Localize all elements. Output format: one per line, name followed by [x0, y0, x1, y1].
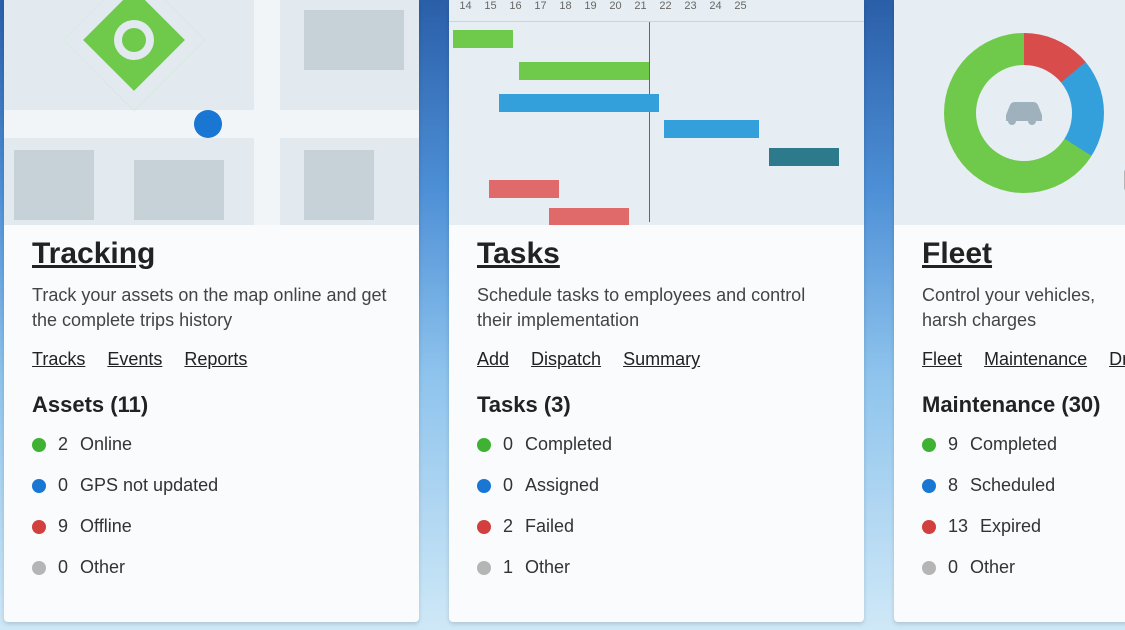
gantt-header: 14 15 16 17 18 19 20 21 22 23 24 25	[449, 0, 864, 22]
dispatch-link[interactable]: Dispatch	[531, 349, 601, 370]
status-dot-red-icon	[477, 520, 491, 534]
status-dot-blue-icon	[922, 479, 936, 493]
fleet-hero-donut: ◉	[894, 0, 1125, 225]
status-dot-red-icon	[922, 520, 936, 534]
reports-link[interactable]: Reports	[184, 349, 247, 370]
status-dot-blue-icon	[477, 479, 491, 493]
add-link[interactable]: Add	[477, 349, 509, 370]
tasks-description: Schedule tasks to employees and control …	[477, 283, 836, 333]
summary-link[interactable]: Summary	[623, 349, 700, 370]
status-dot-gray-icon	[477, 561, 491, 575]
asset-stat-offline: 9 Offline	[32, 516, 391, 537]
status-dot-green-icon	[32, 438, 46, 452]
maint-stat-completed: 9 Completed	[922, 434, 1125, 455]
fleet-donut-chart	[944, 33, 1104, 193]
events-link[interactable]: Events	[107, 349, 162, 370]
task-stat-failed: 2 Failed	[477, 516, 836, 537]
status-dot-green-icon	[922, 438, 936, 452]
tracking-card: Tracking Track your assets on the map on…	[4, 0, 419, 622]
tracking-description: Track your assets on the map online and …	[32, 283, 391, 333]
tasks-links: Add Dispatch Summary	[477, 349, 836, 370]
asset-stat-gps: 0 GPS not updated	[32, 475, 391, 496]
asset-stat-online: 2 Online	[32, 434, 391, 455]
task-stat-other: 1 Other	[477, 557, 836, 578]
tasks-hero-gantt: 14 15 16 17 18 19 20 21 22 23 24 25	[449, 0, 864, 225]
maint-stat-other: 0 Other	[922, 557, 1125, 578]
maint-stat-scheduled: 8 Scheduled	[922, 475, 1125, 496]
status-dot-blue-icon	[32, 479, 46, 493]
maintenance-link[interactable]: Maintenance	[984, 349, 1087, 370]
tracking-title[interactable]: Tracking	[32, 237, 391, 271]
fleet-link[interactable]: Fleet	[922, 349, 962, 370]
tasks-stat-list: 0 Completed 0 Assigned 2 Failed 1 Other	[477, 434, 836, 578]
asset-stat-other: 0 Other	[32, 557, 391, 578]
tasks-card: 14 15 16 17 18 19 20 21 22 23 24 25	[449, 0, 864, 622]
dashboard-cards: Tracking Track your assets on the map on…	[0, 0, 1125, 622]
tracking-hero-map	[4, 0, 419, 225]
tracks-link[interactable]: Tracks	[32, 349, 85, 370]
fleet-description: Control your vehicles, harsh charges	[922, 283, 1125, 333]
tracking-links: Tracks Events Reports	[32, 349, 391, 370]
status-dot-green-icon	[477, 438, 491, 452]
fleet-card: ◉ Fleet Control your vehicles, harsh cha…	[894, 0, 1125, 622]
status-dot-gray-icon	[922, 561, 936, 575]
maint-stat-expired: 13 Expired	[922, 516, 1125, 537]
maintenance-stat-list: 9 Completed 8 Scheduled 13 Expired 0 Oth…	[922, 434, 1125, 578]
tasks-count-title: Tasks (3)	[477, 392, 836, 418]
gantt-today-line	[649, 22, 650, 222]
status-dot-gray-icon	[32, 561, 46, 575]
maintenance-count-title: Maintenance (30)	[922, 392, 1125, 418]
drivers-link[interactable]: Driv	[1109, 349, 1125, 370]
assets-stat-list: 2 Online 0 GPS not updated 9 Offline 0 O…	[32, 434, 391, 578]
car-icon	[1000, 89, 1048, 137]
map-location-dot-icon	[194, 110, 222, 138]
status-dot-red-icon	[32, 520, 46, 534]
task-stat-completed: 0 Completed	[477, 434, 836, 455]
task-stat-assigned: 0 Assigned	[477, 475, 836, 496]
tasks-title[interactable]: Tasks	[477, 237, 836, 271]
fleet-title[interactable]: Fleet	[922, 237, 1125, 271]
fleet-links: Fleet Maintenance Driv	[922, 349, 1125, 370]
assets-count-title: Assets (11)	[32, 392, 391, 418]
